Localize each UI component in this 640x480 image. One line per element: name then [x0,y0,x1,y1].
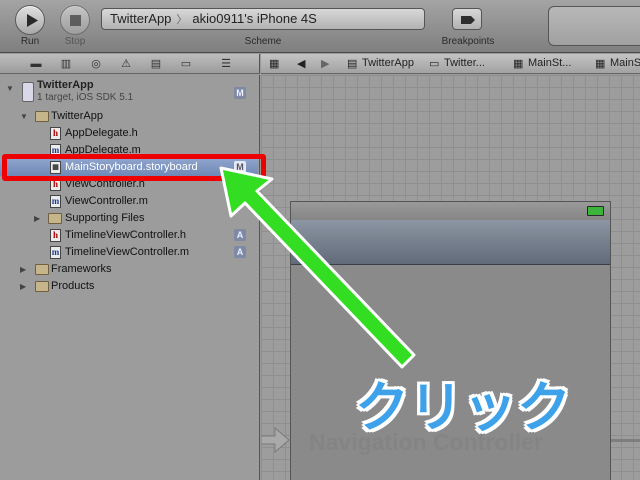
tree-row-twitterapp-group[interactable]: ▼ TwitterApp [0,108,258,125]
source-control-badge: M [234,87,246,99]
project-navigator: ▼ TwitterApp 1 target, iOS SDK 5.1 M ▼ T… [0,75,260,480]
log-navigator-icon[interactable]: ☰ [218,57,234,71]
implementation-file-icon: m [50,246,61,259]
breakpoints-button[interactable] [452,8,482,30]
scheme-device: akio0911's iPhone 4S [192,11,317,26]
folder-icon [48,213,62,224]
tree-row-label: AppDelegate.h [65,127,138,139]
header-file-icon: h [50,178,61,191]
tree-row-mainstoryboard[interactable]: ▦ MainStoryboard.storyboard M [0,159,258,176]
jumpbar-crumb[interactable]: Twitter... [444,57,485,69]
tree-row-viewcontroller-m[interactable]: m ViewController.m [0,193,258,210]
folder-icon: ▭ [429,58,440,70]
storyboard-file-icon: ▦ [595,58,606,70]
toolbar: Run Stop TwitterApp 〉 akio0911's iPhone 4S… [0,0,640,53]
tree-row-viewcontroller-h[interactable]: h ViewController.h [0,176,258,193]
scheme-target: TwitterApp [110,11,172,26]
breakpoints-label: Breakpoints [441,36,495,47]
tree-row-appdelegate-h[interactable]: h AppDelegate.h [0,125,258,142]
project-icon [22,82,34,102]
debug-navigator-icon[interactable]: ▤ [148,57,164,71]
tree-row-products[interactable]: ▶ Products [0,278,258,295]
disclosure-collapsed-icon[interactable]: ▶ [20,261,26,278]
issue-navigator-icon[interactable]: ⚠ [118,57,134,71]
implementation-file-icon: m [50,195,61,208]
project-subtitle: 1 target, iOS SDK 5.1 [37,92,134,103]
tree-row-timelineviewcontroller-m[interactable]: m TimelineViewController.m A [0,244,258,261]
battery-icon [587,206,604,216]
disclosure-expanded-icon[interactable]: ▼ [6,84,14,93]
run-label: Run [20,36,40,47]
tree-row-label: TwitterApp [51,110,103,122]
status-bar [291,202,610,220]
header-file-icon: h [50,229,61,242]
project-name: TwitterApp [37,79,94,91]
segue-connector [611,439,640,442]
stop-button[interactable] [60,5,90,35]
related-items-icon[interactable]: ▦ [269,57,279,70]
symbol-navigator-icon[interactable]: ▥ [58,57,74,71]
tree-row-frameworks[interactable]: ▶ Frameworks [0,261,258,278]
folder-icon [35,111,49,122]
scheme-label: Scheme [244,36,282,47]
disclosure-collapsed-icon[interactable]: ▶ [34,210,40,227]
forward-arrow-icon[interactable]: ▶ [321,57,329,70]
project-root-row[interactable]: ▼ TwitterApp 1 target, iOS SDK 5.1 M [0,79,258,109]
tree-row-label: Products [51,280,95,292]
source-control-badge: A [234,229,246,241]
breakpoint-navigator-icon[interactable]: ▭ [178,57,194,71]
scheme-selector[interactable]: TwitterApp 〉 akio0911's iPhone 4S [101,8,425,30]
tree-row-label: MainStoryboard.storyboard [65,161,198,173]
disclosure-expanded-icon[interactable]: ▼ [20,108,28,125]
activity-viewer [548,6,640,46]
storyboard-file-icon: ▦ [513,58,524,70]
folder-icon [35,264,49,275]
jump-bar: ▦ ◀ ▶ ▤ TwitterApp ▭ Twitter... ▦ MainSt… [261,54,640,74]
jumpbar-crumb[interactable]: MainSt [610,57,640,69]
back-arrow-icon[interactable]: ◀ [297,57,305,70]
disclosure-collapsed-icon[interactable]: ▶ [20,278,26,295]
breakpoint-icon [461,16,475,24]
annotation-text: クリック [355,378,571,438]
tree-row-label: Supporting Files [65,212,145,224]
stop-label: Stop [64,36,86,47]
navigation-bar[interactable] [291,220,610,265]
tree-row-supporting-files[interactable]: ▶ Supporting Files [0,210,258,227]
tree-row-label: TimelineViewController.m [65,246,190,258]
initial-scene-arrow-icon [261,426,290,454]
source-control-badge: A [234,246,246,258]
jumpbar-crumb[interactable]: TwitterApp [362,57,414,69]
tree-row-timelineviewcontroller-h[interactable]: h TimelineViewController.h A [0,227,258,244]
jumpbar-crumb[interactable]: MainSt... [528,57,571,69]
tree-row-label: Frameworks [51,263,112,275]
storyboard-file-icon: ▦ [50,161,61,174]
tree-row-label: ViewController.h [65,178,145,190]
stop-icon [70,15,81,26]
play-icon [27,14,38,27]
run-button[interactable] [15,5,45,35]
tree-row-label: TimelineViewController.h [65,229,187,241]
header-file-icon: h [50,127,61,140]
navigator-selector-bar: ▬ ▥ ◎ ⚠ ▤ ▭ ☰ [0,54,260,74]
tree-row-appdelegate-m[interactable]: m AppDelegate.m [0,142,258,159]
source-control-badge: M [234,161,246,173]
project-navigator-icon[interactable]: ▬ [28,57,44,71]
chevron-right-icon: 〉 [176,14,188,26]
tree-row-label: ViewController.m [65,195,148,207]
search-navigator-icon[interactable]: ◎ [88,57,104,71]
tree-row-label: AppDelegate.m [65,144,141,156]
folder-icon [35,281,49,292]
project-icon: ▤ [347,58,358,70]
implementation-file-icon: m [50,144,61,157]
